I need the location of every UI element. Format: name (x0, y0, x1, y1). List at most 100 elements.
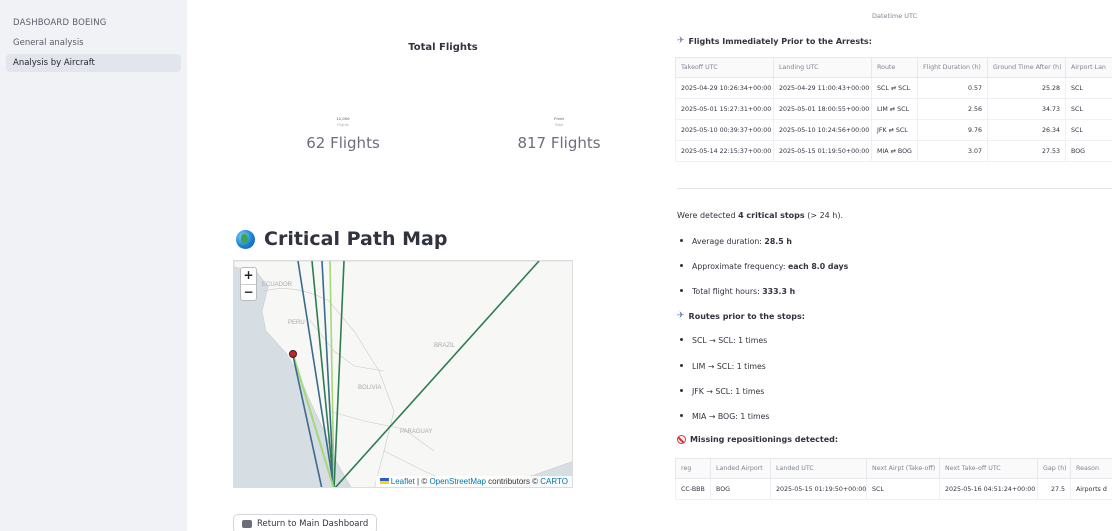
stat-frequency: Approximate frequency: each 8.0 days (680, 262, 848, 271)
col-reg[interactable]: reg (675, 458, 711, 479)
cell: Airports d (1070, 478, 1112, 500)
sidebar: DASHBOARD BOEING General analysis Analys… (0, 0, 187, 531)
map-heading: Critical Path Map (236, 228, 447, 250)
cell: 2025-04-29 10:26:34+00:00 (675, 77, 774, 99)
cell: 2025-05-16 04:51:24+00:00 (939, 478, 1038, 500)
cell: SCL (1065, 77, 1112, 99)
stat-average-duration: Average duration: 28.5 h (680, 237, 792, 246)
attribution-contributors: contributors © (485, 477, 541, 486)
cell: SCL (1065, 98, 1112, 120)
label-brazil: BRAZIL (434, 343, 456, 349)
map-canvas: ECUADOR PERU BRAZIL BOLIVIA PARAGUAY (234, 261, 572, 487)
missing-table-wrap[interactable]: reg Landed Airport Landed UTC Next Airpt… (675, 458, 1112, 502)
cell: SCL (1065, 119, 1112, 141)
missing-heading-text: Missing repositionings detected: (690, 435, 839, 444)
datetime-label: Datetime UTC (872, 12, 918, 20)
col-ground-time[interactable]: Ground Time After (h) (987, 57, 1066, 78)
airplane-icon: ✈ (677, 311, 685, 321)
osm-link[interactable]: OpenStreetMap (429, 477, 485, 486)
cell: 2025-05-01 18:00:55+00:00 (773, 98, 872, 120)
airplane-icon: ✈ (677, 36, 685, 46)
stat-label: Average duration: (692, 237, 765, 246)
cell: 27.5 (1037, 478, 1071, 500)
route-text: JFK → SCL: 1 times (692, 387, 765, 396)
table-header-row: reg Landed Airport Landed UTC Next Airpt… (675, 458, 1112, 479)
stat-total-hours: Total flight hours: 333.3 h (680, 287, 795, 296)
col-reason[interactable]: Reason (1070, 458, 1112, 479)
cell: 3.07 (917, 140, 988, 162)
stat-value: 333.3 h (762, 287, 796, 296)
col-flight-duration[interactable]: Flight Duration (h) (917, 57, 988, 78)
cell: 27.53 (987, 140, 1066, 162)
label-bolivia: BOLIVIA (358, 385, 381, 391)
table-row[interactable]: 2025-04-29 10:26:34+00:00 2025-04-29 11:… (675, 77, 1112, 99)
col-airport-landed[interactable]: Airport Lan (1065, 57, 1112, 78)
cell: MIA ⇄ BOG (871, 140, 918, 162)
kpi-value: 62 Flights (306, 134, 380, 152)
label-paraguay: PARAGUAY (400, 429, 432, 435)
col-landing-utc[interactable]: Landing UTC (773, 57, 872, 78)
cell: 2025-04-29 11:00:43+00:00 (773, 77, 872, 99)
col-landed-airport[interactable]: Landed Airport (710, 458, 771, 479)
missing-table: reg Landed Airport Landed UTC Next Airpt… (675, 458, 1112, 500)
list-item: LIM → SCL: 1 times (680, 362, 766, 371)
sidebar-item-general-analysis[interactable]: General analysis (6, 34, 181, 52)
map-heading-text: Critical Path Map (264, 228, 448, 250)
stat-value: each 8.0 days (787, 262, 849, 271)
stat-label: Approximate frequency: (692, 262, 788, 271)
carto-link[interactable]: CARTO (540, 477, 568, 486)
cell: 2025-05-15 01:19:50+00:00 (773, 140, 872, 162)
zoom-out-button[interactable]: − (241, 284, 256, 300)
table-row[interactable]: 2025-05-01 15:27:31+00:00 2025-05-01 18:… (675, 98, 1112, 120)
intro-bold: 4 critical stops (738, 211, 805, 220)
no-entry-icon (677, 435, 686, 444)
cell: 34.73 (987, 98, 1066, 120)
route-text: LIM → SCL: 1 times (692, 362, 766, 371)
table-header-row: Takeoff UTC Landing UTC Route Flight Dur… (675, 57, 1112, 78)
col-route[interactable]: Route (871, 57, 918, 78)
divider (677, 188, 1112, 189)
cell: SCL (866, 478, 940, 500)
col-gap[interactable]: Gap (h) (1037, 458, 1071, 479)
list-item: SCL → SCL: 1 times (680, 336, 767, 345)
kpi-tiny-sub: Total (554, 123, 564, 127)
cell: 2025-05-01 15:27:31+00:00 (675, 98, 774, 120)
stat-label: Total flight hours: (692, 287, 763, 296)
cell: 2025-05-10 10:24:56+00:00 (773, 119, 872, 141)
ukraine-flag-icon (379, 478, 389, 484)
label-peru: PERU (288, 320, 305, 326)
cell: 2025-05-14 22:15:37+00:00 (675, 140, 774, 162)
return-main-dashboard-button[interactable]: Return to Main Dashboard (233, 514, 378, 531)
table-row[interactable]: CC-BBB BOG 2025-05-15 01:19:50+00:00 SCL… (675, 478, 1112, 500)
sidebar-item-analysis-by-aircraft[interactable]: Analysis by Aircraft (6, 54, 181, 72)
zoom-control: + − (240, 267, 257, 301)
kpi-value: 817 Flights (517, 134, 601, 152)
col-takeoff-utc[interactable]: Takeoff UTC (675, 57, 774, 78)
prior-flights-heading: ✈ Flights Immediately Prior to the Arres… (677, 36, 872, 46)
leaflet-link[interactable]: Leaflet (391, 477, 415, 486)
cell: 25.28 (987, 77, 1066, 99)
prior-flights-table-wrap[interactable]: Takeoff UTC Landing UTC Route Flight Dur… (675, 57, 1112, 163)
stat-value: 28.5 h (764, 237, 792, 246)
intro-suffix: (> 24 h). (804, 211, 844, 220)
critical-path-map[interactable]: ECUADOR PERU BRAZIL BOLIVIA PARAGUAY + −… (233, 260, 573, 488)
table-row[interactable]: 2025-05-14 22:15:37+00:00 2025-05-15 01:… (675, 140, 1112, 162)
zoom-in-button[interactable]: + (241, 268, 256, 284)
cell: 9.76 (917, 119, 988, 141)
col-landed-utc[interactable]: Landed UTC (770, 458, 867, 479)
cell: 2025-05-10 00:39:37+00:00 (675, 119, 774, 141)
kpi-fleet-flights: Fleet Total 817 Flights (484, 116, 634, 152)
kpi-tiny-sub: Flights (337, 123, 349, 127)
table-row[interactable]: 2025-05-10 00:39:37+00:00 2025-05-10 10:… (675, 119, 1112, 141)
routes-heading: ✈ Routes prior to the stops: (677, 311, 805, 321)
cell: 26.34 (987, 119, 1066, 141)
col-next-airport[interactable]: Next Airpt (Take-off) (866, 458, 940, 479)
cell: 0.57 (917, 77, 988, 99)
list-item: MIA → BOG: 1 times (680, 412, 769, 421)
label-ecuador: ECUADOR (262, 282, 293, 288)
col-next-takeoff-utc[interactable]: Next Take-off UTC (939, 458, 1038, 479)
cell: LIM ⇄ SCL (871, 98, 918, 120)
globe-icon (236, 229, 255, 249)
dashboard-icon (242, 520, 252, 528)
cell: JFK ⇄ SCL (871, 119, 918, 141)
